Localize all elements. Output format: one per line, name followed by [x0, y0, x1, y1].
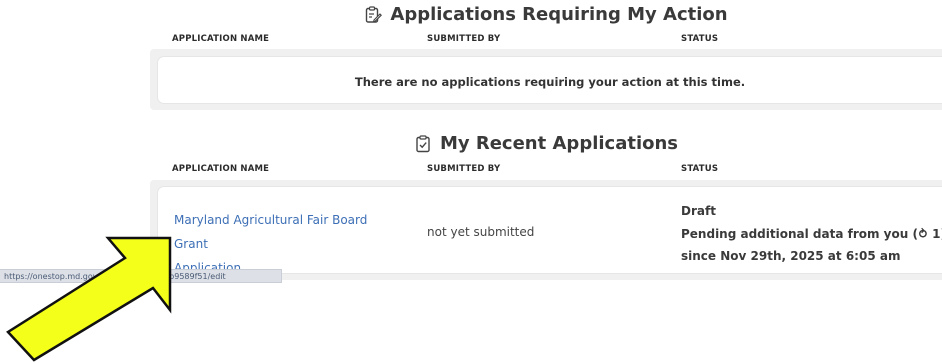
col-header-application-name: APPLICATION NAME: [172, 164, 270, 174]
col-header-submitted-by: SUBMITTED BY: [427, 164, 501, 174]
application-name-line-1[interactable]: Maryland Agricultural Fair Board Grant: [174, 208, 404, 256]
submitted-by-value: not yet submitted: [427, 225, 535, 239]
status-since: since Nov 29th, 2025 at 6:05 am: [681, 249, 901, 263]
yellow-pointer-arrow-icon: [6, 236, 172, 362]
recent-section-title: My Recent Applications: [150, 133, 942, 154]
col-header-status: STATUS: [681, 34, 719, 44]
clipboard-check-icon: [416, 134, 430, 152]
action-section-title-text: Applications Requiring My Action: [390, 4, 728, 25]
status-pending: Pending additional data from you (⥁ 1): [681, 227, 942, 241]
recent-section-title-text: My Recent Applications: [439, 133, 679, 154]
empty-message: There are no applications requiring your…: [354, 75, 746, 89]
action-section-title: Applications Requiring My Action: [150, 4, 942, 25]
col-header-application-name: APPLICATION NAME: [172, 34, 270, 44]
clipboard-pen-icon: [366, 5, 383, 23]
status-draft: Draft: [681, 204, 716, 218]
col-header-submitted-by: SUBMITTED BY: [427, 34, 501, 44]
col-header-status: STATUS: [681, 164, 719, 174]
